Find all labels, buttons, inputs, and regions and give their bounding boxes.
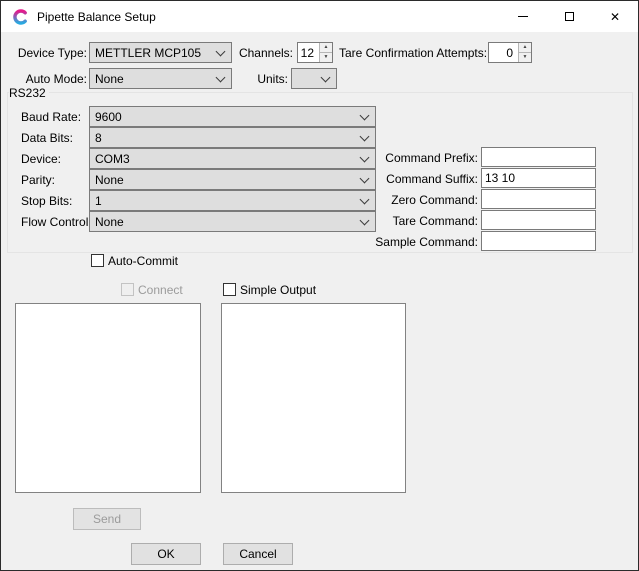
device-label: Device:	[21, 152, 61, 166]
baud-rate-select[interactable]: 9600	[89, 106, 376, 127]
device-list-panel[interactable]	[15, 303, 201, 493]
chevron-down-icon	[360, 132, 370, 142]
zero-command-input[interactable]	[481, 189, 596, 209]
channels-label: Channels:	[235, 46, 293, 60]
sample-command-input[interactable]	[481, 231, 596, 251]
close-button[interactable]: ✕	[592, 1, 638, 32]
units-select[interactable]	[291, 68, 337, 89]
minimize-icon	[518, 16, 528, 17]
close-icon: ✕	[610, 11, 620, 23]
auto-mode-select[interactable]: None	[89, 68, 232, 89]
baud-rate-label: Baud Rate:	[21, 110, 81, 124]
tare-attempts-label: Tare Confirmation Attempts:	[339, 46, 484, 60]
command-suffix-label: Command Suffix:	[361, 172, 478, 186]
command-prefix-input[interactable]	[481, 147, 596, 167]
connect-label: Connect	[138, 283, 183, 297]
units-label: Units:	[241, 72, 288, 86]
output-list-panel[interactable]	[221, 303, 406, 493]
maximize-button[interactable]	[546, 1, 592, 32]
spin-up-icon[interactable]: ▲	[518, 43, 531, 53]
chevron-down-icon	[321, 73, 331, 83]
chevron-down-icon	[216, 73, 226, 83]
connect-checkbox	[121, 283, 134, 296]
auto-mode-label: Auto Mode:	[11, 72, 87, 86]
ok-button[interactable]: OK	[131, 543, 201, 565]
stop-bits-label: Stop Bits:	[21, 194, 72, 208]
auto-commit-checkbox[interactable]	[91, 254, 104, 267]
tare-command-label: Tare Command:	[361, 214, 478, 228]
chevron-down-icon	[216, 47, 226, 57]
sample-command-label: Sample Command:	[361, 235, 478, 249]
maximize-icon	[565, 12, 574, 21]
channels-stepper[interactable]: 12 ▲ ▼	[297, 42, 333, 63]
spin-down-icon[interactable]: ▼	[518, 53, 531, 63]
data-bits-label: Data Bits:	[21, 131, 73, 145]
app-logo-icon	[12, 8, 30, 26]
auto-commit-label: Auto-Commit	[108, 254, 178, 268]
command-suffix-input[interactable]	[481, 168, 596, 188]
data-bits-select[interactable]: 8	[89, 127, 376, 148]
spin-up-icon[interactable]: ▲	[319, 43, 332, 53]
stop-bits-select[interactable]: 1	[89, 190, 376, 211]
parity-select[interactable]: None	[89, 169, 376, 190]
simple-output-label: Simple Output	[240, 283, 316, 297]
zero-command-label: Zero Command:	[361, 193, 478, 207]
flow-control-label: Flow Control:	[21, 215, 92, 229]
device-type-label: Device Type:	[11, 46, 87, 60]
pipette-balance-setup-window: Pipette Balance Setup ✕ Device Type: MET…	[0, 0, 639, 571]
tare-attempts-stepper[interactable]: 0 ▲ ▼	[488, 42, 532, 63]
send-button: Send	[73, 508, 141, 530]
simple-output-checkbox[interactable]	[223, 283, 236, 296]
chevron-down-icon	[360, 111, 370, 121]
spin-down-icon[interactable]: ▼	[319, 53, 332, 63]
rs232-group-label: RS232	[9, 86, 49, 100]
device-type-select[interactable]: METTLER MCP105	[89, 42, 232, 63]
parity-label: Parity:	[21, 173, 55, 187]
command-prefix-label: Command Prefix:	[361, 151, 478, 165]
tare-command-input[interactable]	[481, 210, 596, 230]
minimize-button[interactable]	[500, 1, 546, 32]
titlebar: Pipette Balance Setup ✕	[1, 1, 638, 32]
cancel-button[interactable]: Cancel	[223, 543, 293, 565]
device-select[interactable]: COM3	[89, 148, 376, 169]
window-title: Pipette Balance Setup	[37, 10, 156, 24]
flow-control-select[interactable]: None	[89, 211, 376, 232]
